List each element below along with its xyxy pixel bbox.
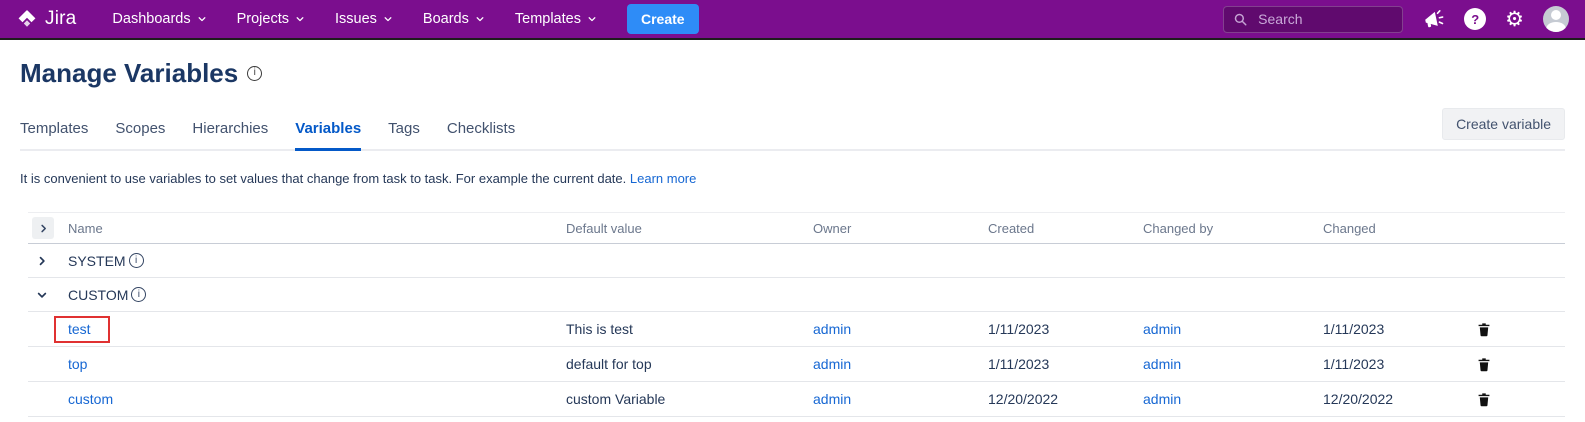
- navbar-right: ? ⚙: [1223, 6, 1569, 33]
- variable-name-link[interactable]: top: [68, 356, 87, 372]
- nav-item-templates[interactable]: Templates: [515, 11, 597, 27]
- group-info-icon[interactable]: i: [131, 287, 146, 302]
- table-row: custom custom Variable admin 12/20/2022 …: [28, 382, 1565, 417]
- nav-item-issues[interactable]: Issues: [335, 11, 393, 27]
- search-box[interactable]: [1223, 6, 1403, 33]
- tab-hierarchies[interactable]: Hierarchies: [192, 120, 268, 151]
- group-name-label: SYSTEM: [68, 253, 126, 269]
- variables-table: Name Default value Owner Created Changed…: [28, 212, 1565, 417]
- page-title: Manage Variables i: [20, 58, 1565, 88]
- settings-button[interactable]: ⚙: [1505, 9, 1524, 30]
- tab-variables[interactable]: Variables: [295, 120, 361, 151]
- changed-by-link[interactable]: admin: [1143, 356, 1181, 372]
- search-icon: [1233, 12, 1248, 27]
- chevron-down-icon: [197, 14, 207, 24]
- created-cell: 1/11/2023: [984, 356, 1139, 372]
- created-cell: 12/20/2022: [984, 391, 1139, 407]
- page-description: It is convenient to use variables to set…: [20, 171, 1565, 186]
- trash-icon: [1477, 392, 1491, 407]
- variable-name-link[interactable]: custom: [68, 391, 113, 407]
- owner-link[interactable]: admin: [813, 321, 851, 337]
- changed-cell: 12/20/2022: [1319, 391, 1469, 407]
- chevron-right-icon: [36, 255, 48, 267]
- description-text: It is convenient to use variables to set…: [20, 171, 626, 186]
- column-header-default-value: Default value: [562, 221, 809, 236]
- brand-label: Jira: [45, 8, 76, 30]
- table-header-row: Name Default value Owner Created Changed…: [28, 212, 1565, 244]
- group-row-system: SYSTEM i: [28, 244, 1565, 278]
- highlight-annotation: test: [54, 316, 110, 343]
- search-input[interactable]: [1256, 10, 1388, 28]
- default-value-cell: custom Variable: [562, 391, 809, 407]
- help-icon: ?: [1464, 8, 1486, 30]
- title-info-icon[interactable]: i: [247, 66, 262, 81]
- delete-variable-button[interactable]: [1477, 392, 1491, 407]
- variable-name-link[interactable]: test: [68, 321, 91, 337]
- tab-bar: Templates Scopes Hierarchies Variables T…: [20, 108, 1565, 151]
- delete-variable-button[interactable]: [1477, 357, 1491, 372]
- tab-tags[interactable]: Tags: [388, 120, 420, 151]
- chevron-down-icon: [36, 289, 48, 301]
- column-header-changed: Changed: [1319, 221, 1469, 236]
- create-variable-button[interactable]: Create variable: [1442, 108, 1565, 140]
- collapse-group-button[interactable]: [36, 289, 48, 301]
- nav-label: Issues: [335, 11, 377, 27]
- nav-label: Dashboards: [112, 11, 190, 27]
- nav-item-dashboards[interactable]: Dashboards: [112, 11, 206, 27]
- created-cell: 1/11/2023: [984, 321, 1139, 337]
- default-value-cell: This is test: [562, 321, 809, 337]
- group-name-label: CUSTOM: [68, 287, 128, 303]
- expand-all-button[interactable]: [32, 217, 54, 239]
- changed-by-link[interactable]: admin: [1143, 391, 1181, 407]
- jira-brand[interactable]: Jira: [16, 8, 76, 30]
- table-row: top default for top admin 1/11/2023 admi…: [28, 347, 1565, 382]
- megaphone-icon: [1422, 8, 1445, 31]
- user-avatar[interactable]: [1543, 6, 1569, 32]
- chevron-right-icon: [38, 223, 49, 234]
- owner-link[interactable]: admin: [813, 356, 851, 372]
- tab-checklists[interactable]: Checklists: [447, 120, 515, 151]
- trash-icon: [1477, 322, 1491, 337]
- group-row-custom: CUSTOM i: [28, 278, 1565, 312]
- chevron-down-icon: [295, 14, 305, 24]
- column-header-changed-by: Changed by: [1139, 221, 1319, 236]
- column-header-created: Created: [984, 221, 1139, 236]
- top-navbar: Jira Dashboards Projects Issues Boards T…: [0, 0, 1585, 40]
- create-button[interactable]: Create: [627, 4, 699, 34]
- help-button[interactable]: ?: [1464, 8, 1486, 30]
- tab-templates[interactable]: Templates: [20, 120, 88, 151]
- chevron-down-icon: [475, 14, 485, 24]
- gear-icon: ⚙: [1505, 9, 1524, 30]
- group-info-icon[interactable]: i: [129, 253, 144, 268]
- nav-label: Templates: [515, 11, 581, 27]
- jira-logo-icon: [16, 8, 38, 30]
- delete-variable-button[interactable]: [1477, 322, 1491, 337]
- changed-cell: 1/11/2023: [1319, 356, 1469, 372]
- expand-group-button[interactable]: [36, 255, 48, 267]
- column-header-name: Name: [64, 221, 562, 236]
- changed-cell: 1/11/2023: [1319, 321, 1469, 337]
- tab-scopes[interactable]: Scopes: [115, 120, 165, 151]
- trash-icon: [1477, 357, 1491, 372]
- default-value-cell: default for top: [562, 356, 809, 372]
- table-row: test This is test admin 1/11/2023 admin …: [28, 312, 1565, 347]
- nav-label: Boards: [423, 11, 469, 27]
- nav-label: Projects: [237, 11, 289, 27]
- learn-more-link[interactable]: Learn more: [630, 171, 696, 186]
- chevron-down-icon: [587, 14, 597, 24]
- changed-by-link[interactable]: admin: [1143, 321, 1181, 337]
- announcements-button[interactable]: [1422, 8, 1445, 31]
- page-title-text: Manage Variables: [20, 58, 238, 88]
- chevron-down-icon: [383, 14, 393, 24]
- column-header-owner: Owner: [809, 221, 984, 236]
- nav-item-projects[interactable]: Projects: [237, 11, 305, 27]
- nav-item-boards[interactable]: Boards: [423, 11, 485, 27]
- owner-link[interactable]: admin: [813, 391, 851, 407]
